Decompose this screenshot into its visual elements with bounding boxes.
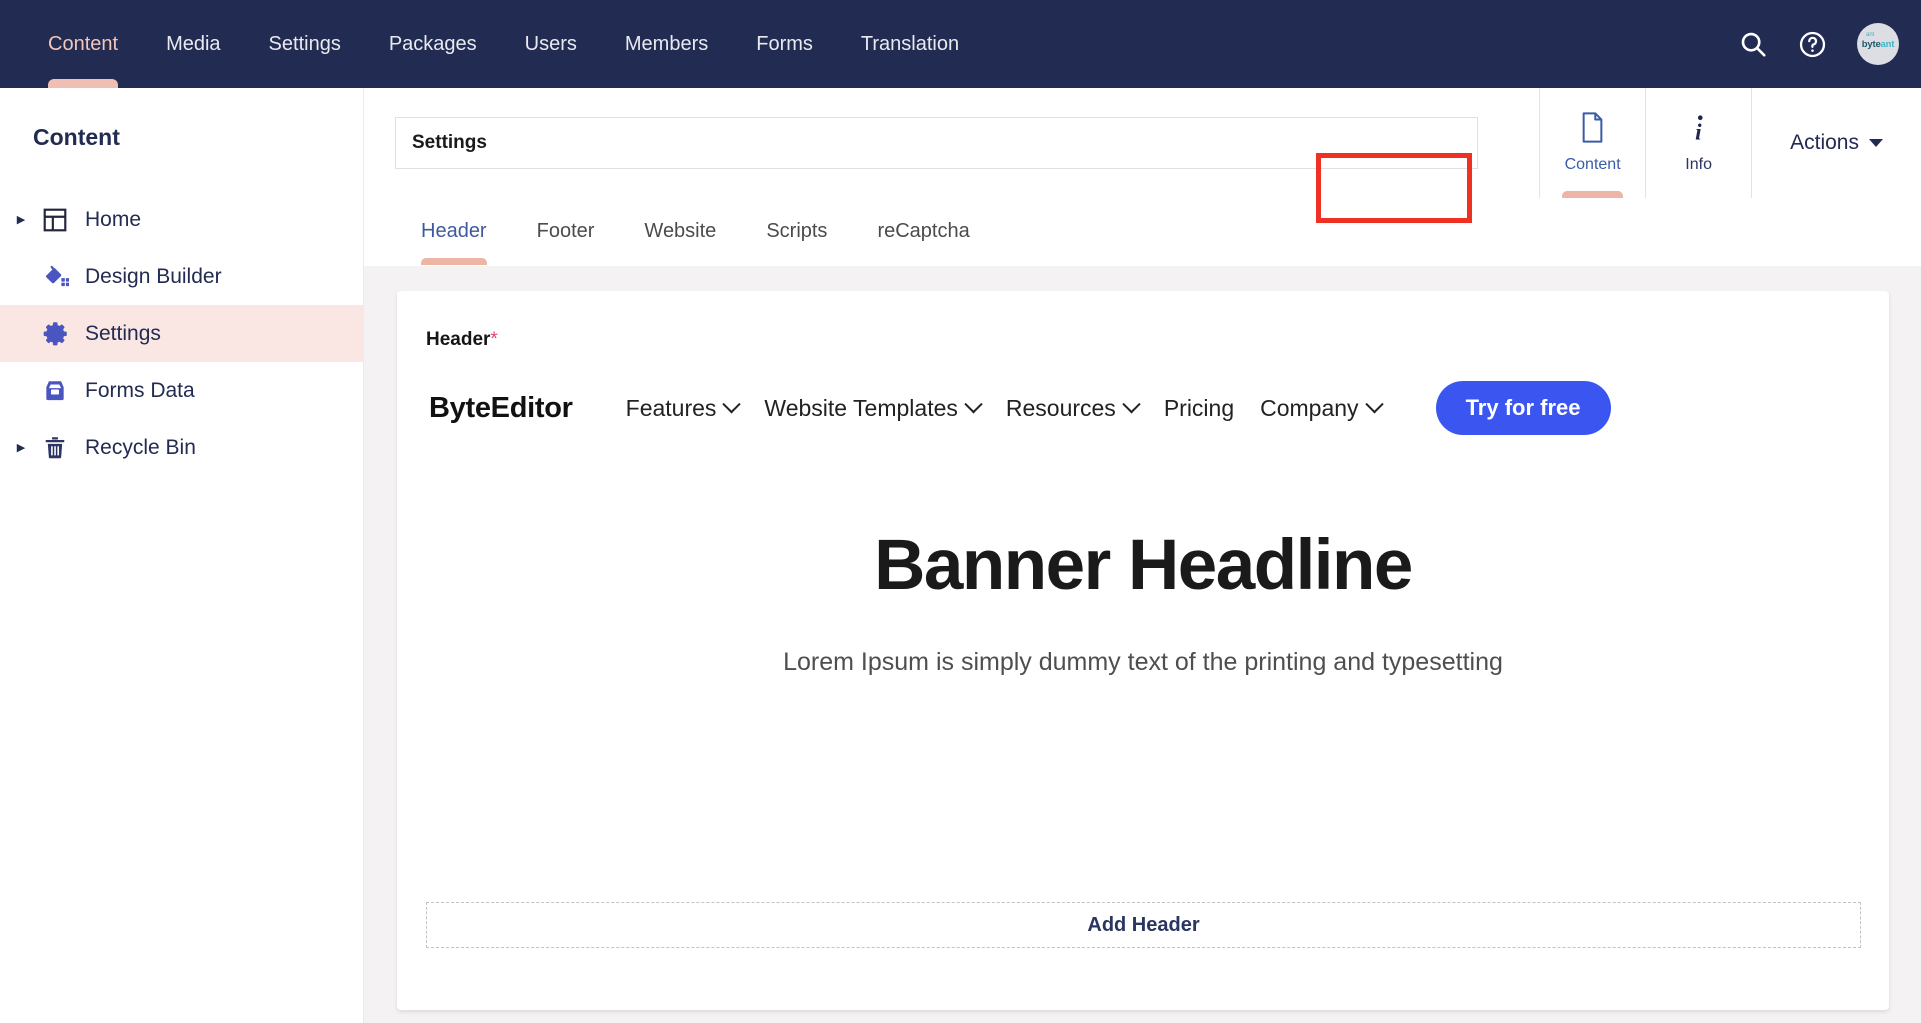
- required-asterisk: *: [490, 329, 497, 350]
- tab-label: Scripts: [766, 220, 827, 243]
- tab-content-panel[interactable]: Content: [1539, 88, 1645, 198]
- sidebar: Content ▶ Home ▶: [0, 88, 364, 1023]
- settings-tab-strip: Header Footer Website Scripts reCaptcha: [364, 198, 1921, 266]
- chevron-down-icon: [1869, 139, 1883, 147]
- preview-nav-label: Company: [1260, 395, 1358, 422]
- tab-info-panel[interactable]: i Info: [1645, 88, 1751, 198]
- tab-label: reCaptcha: [877, 220, 969, 243]
- sidebar-item-design-builder[interactable]: ▶ Design Builder: [0, 248, 363, 305]
- preview-nav-website-templates[interactable]: Website Templates: [764, 395, 979, 422]
- preview-nav-label: Website Templates: [764, 395, 957, 422]
- info-icon: i: [1685, 112, 1712, 148]
- preview-nav-pricing[interactable]: Pricing: [1164, 395, 1234, 422]
- topnav-item-media[interactable]: Media: [142, 0, 244, 88]
- sidebar-title: Content: [0, 88, 363, 151]
- sidebar-item-label: Home: [85, 208, 141, 232]
- top-nav-right-actions: ant byteant: [1738, 0, 1899, 88]
- tab-footer[interactable]: Footer: [512, 197, 620, 265]
- tab-label: Website: [644, 220, 716, 243]
- top-nav-items: Content Media Settings Packages Users Me…: [24, 0, 983, 88]
- tab-content-label: Content: [1565, 156, 1621, 174]
- gear-icon: [32, 320, 78, 347]
- top-navigation-bar: Content Media Settings Packages Users Me…: [0, 0, 1921, 88]
- field-label-header: Header*: [397, 291, 1889, 351]
- tab-website[interactable]: Website: [619, 197, 741, 265]
- topnav-label: Settings: [269, 33, 341, 56]
- content-header: Settings Content i Info: [364, 88, 1921, 198]
- topnav-label: Members: [625, 33, 708, 56]
- topnav-label: Content: [48, 33, 118, 56]
- site-preview-navbar: ByteEditor Features Website Templates Re…: [429, 381, 1889, 435]
- header-action-tabs: Content i Info Actions: [1539, 88, 1921, 198]
- topnav-label: Forms: [756, 33, 813, 56]
- sidebar-item-label: Design Builder: [85, 265, 222, 289]
- preview-nav-company[interactable]: Company: [1260, 395, 1380, 422]
- banner-subtext: Lorem Ipsum is simply dummy text of the …: [397, 648, 1889, 677]
- help-circle-icon[interactable]: [1798, 30, 1827, 59]
- trash-icon: [32, 435, 78, 461]
- topnav-item-translation[interactable]: Translation: [837, 0, 983, 88]
- chevron-down-icon: [1365, 395, 1383, 413]
- svg-text:i: i: [1695, 120, 1702, 143]
- field-label-text: Header: [426, 329, 490, 350]
- preview-nav-label: Resources: [1006, 395, 1116, 422]
- banner-headline: Banner Headline: [397, 525, 1889, 606]
- actions-dropdown-button[interactable]: Actions: [1751, 88, 1921, 198]
- tab-label: Header: [421, 220, 487, 243]
- avatar-text-secondary: ant: [1881, 39, 1895, 50]
- actions-label: Actions: [1790, 131, 1859, 155]
- tab-info-label: Info: [1685, 156, 1712, 174]
- try-for-free-button[interactable]: Try for free: [1436, 381, 1611, 435]
- topnav-label: Packages: [389, 33, 477, 56]
- expand-caret-icon[interactable]: ▶: [10, 213, 32, 226]
- sidebar-item-label: Forms Data: [85, 379, 195, 403]
- preview-nav-label: Pricing: [1164, 395, 1234, 422]
- tab-scripts[interactable]: Scripts: [741, 197, 852, 265]
- sidebar-item-home[interactable]: ▶ Home: [0, 191, 363, 248]
- topnav-item-packages[interactable]: Packages: [365, 0, 501, 88]
- topnav-item-content[interactable]: Content: [24, 0, 142, 88]
- chevron-down-icon: [723, 395, 741, 413]
- chevron-down-icon: [1122, 395, 1140, 413]
- add-header-button[interactable]: Add Header: [426, 902, 1861, 948]
- document-icon: [1579, 112, 1606, 148]
- preview-nav-label: Features: [626, 395, 717, 422]
- topnav-item-settings[interactable]: Settings: [245, 0, 365, 88]
- search-icon[interactable]: [1738, 29, 1768, 59]
- inbox-tray-icon: [32, 378, 78, 404]
- page-title-input[interactable]: Settings: [395, 117, 1478, 169]
- avatar-text-primary: byte: [1862, 39, 1881, 50]
- tab-header[interactable]: Header: [396, 197, 512, 265]
- header-settings-card: Header* ByteEditor Features Website Temp…: [397, 291, 1889, 1010]
- paint-bucket-icon: [32, 263, 78, 290]
- tab-label: Footer: [537, 220, 595, 243]
- topnav-label: Media: [166, 33, 220, 56]
- tab-recaptcha[interactable]: reCaptcha: [852, 197, 994, 265]
- preview-nav-resources[interactable]: Resources: [1006, 395, 1138, 422]
- topnav-item-forms[interactable]: Forms: [732, 0, 837, 88]
- avatar-tag: ant: [1866, 32, 1874, 38]
- avatar[interactable]: ant byteant: [1857, 23, 1899, 65]
- sidebar-item-recycle-bin[interactable]: ▶ Recycle Bin: [0, 419, 363, 476]
- layout-icon: [32, 207, 78, 233]
- expand-caret-icon[interactable]: ▶: [10, 441, 32, 454]
- sidebar-item-settings[interactable]: ▶ Settings: [0, 305, 363, 362]
- topnav-item-users[interactable]: Users: [501, 0, 601, 88]
- banner-section: Banner Headline Lorem Ipsum is simply du…: [397, 525, 1889, 677]
- sidebar-tree: ▶ Home ▶: [0, 191, 363, 476]
- main-content-area: Settings Content i Info: [364, 88, 1921, 1023]
- topnav-label: Users: [525, 33, 577, 56]
- preview-nav-features[interactable]: Features: [626, 395, 739, 422]
- sidebar-item-forms-data[interactable]: ▶ Forms Data: [0, 362, 363, 419]
- sidebar-item-label: Settings: [85, 322, 161, 346]
- topnav-label: Translation: [861, 33, 959, 56]
- preview-brand-logo: ByteEditor: [429, 392, 573, 425]
- chevron-down-icon: [964, 395, 982, 413]
- topnav-item-members[interactable]: Members: [601, 0, 732, 88]
- sidebar-item-label: Recycle Bin: [85, 436, 196, 460]
